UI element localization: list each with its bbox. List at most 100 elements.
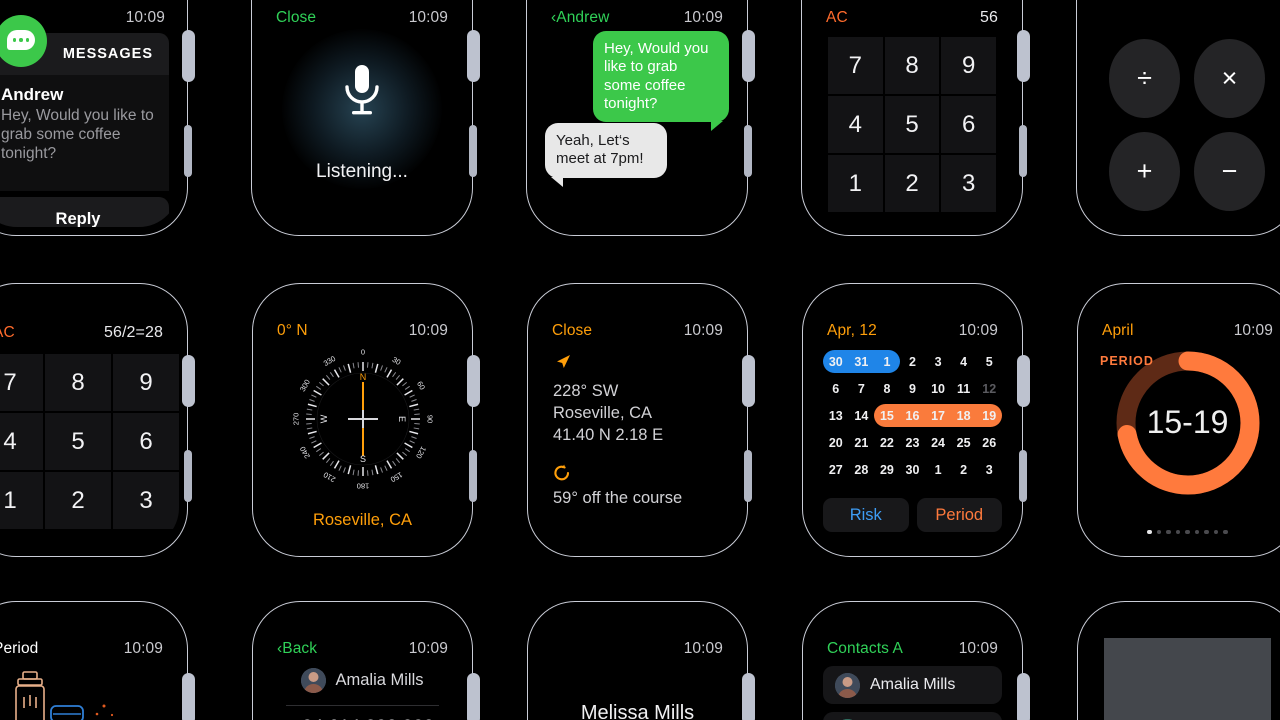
- calc-key[interactable]: 9: [941, 37, 996, 94]
- page-dot[interactable]: [1204, 529, 1209, 534]
- calendar-day[interactable]: 2: [951, 456, 977, 483]
- digital-crown[interactable]: [1017, 30, 1030, 82]
- page-dot[interactable]: [1147, 529, 1152, 534]
- calendar-day[interactable]: 25: [951, 429, 977, 456]
- digital-crown[interactable]: [1017, 673, 1030, 720]
- calendar-day[interactable]: 7: [849, 375, 875, 402]
- calc-key[interactable]: 2: [884, 155, 940, 212]
- dog-photo[interactable]: [1104, 638, 1271, 720]
- calendar-day[interactable]: 18: [951, 402, 977, 429]
- calc-key[interactable]: 9: [113, 354, 179, 411]
- calendar-day[interactable]: 31: [849, 348, 875, 375]
- digital-crown[interactable]: [1017, 355, 1030, 407]
- digital-crown[interactable]: [182, 355, 195, 407]
- calc-key[interactable]: 3: [941, 155, 996, 212]
- calc-key[interactable]: 4: [828, 96, 883, 153]
- calc-key[interactable]: 1: [0, 472, 43, 529]
- calc-key[interactable]: 5: [45, 413, 111, 470]
- calendar-day[interactable]: 6: [823, 375, 849, 402]
- plus-key[interactable]: +: [1109, 132, 1180, 211]
- calc-key[interactable]: 2: [45, 472, 111, 529]
- calc-key[interactable]: 7: [828, 37, 883, 94]
- page-dot[interactable]: [1185, 529, 1190, 534]
- digital-crown[interactable]: [467, 30, 480, 82]
- side-button[interactable]: [469, 450, 477, 502]
- minus-key[interactable]: −: [1194, 132, 1265, 211]
- calendar-day[interactable]: 27: [823, 456, 849, 483]
- calendar-day[interactable]: 3: [976, 456, 1002, 483]
- side-button[interactable]: [184, 450, 192, 502]
- calendar-day[interactable]: 13: [823, 402, 849, 429]
- calendar-day[interactable]: 22: [874, 429, 900, 456]
- calc-key[interactable]: 5: [884, 96, 940, 153]
- divide-key[interactable]: ÷: [1109, 39, 1180, 118]
- calendar-day[interactable]: 8: [874, 375, 900, 402]
- digital-crown[interactable]: [742, 673, 755, 720]
- calendar-day[interactable]: 24: [925, 429, 951, 456]
- calc-key[interactable]: 7: [0, 354, 43, 411]
- calendar-day[interactable]: 4: [951, 348, 977, 375]
- calendar-day[interactable]: 1: [925, 456, 951, 483]
- page-dot[interactable]: [1194, 529, 1200, 534]
- calendar-day[interactable]: 17: [925, 402, 951, 429]
- list-item[interactable]: Amalia Mills: [823, 666, 1002, 704]
- calendar-day[interactable]: 28: [849, 456, 875, 483]
- close-button[interactable]: Close: [552, 322, 592, 340]
- calendar-day[interactable]: 14: [849, 402, 875, 429]
- multiply-key[interactable]: ×: [1194, 39, 1265, 118]
- calendar-day[interactable]: 15: [874, 402, 900, 429]
- side-button[interactable]: [1019, 125, 1027, 177]
- calendar-day[interactable]: 30: [823, 348, 849, 375]
- list-item[interactable]: Alka Kelly: [823, 712, 1002, 720]
- compass-dial[interactable]: N E S W 0 30 60 90 120 150 180 210 240 270 300 330: [288, 344, 438, 499]
- calendar-day[interactable]: 26: [976, 429, 1002, 456]
- calc-key[interactable]: 3: [113, 472, 179, 529]
- all-clear-button[interactable]: AC: [826, 9, 848, 27]
- calendar-day[interactable]: 2: [900, 348, 926, 375]
- calendar-day[interactable]: 21: [849, 429, 875, 456]
- side-button[interactable]: [469, 125, 477, 177]
- page-dot[interactable]: [1166, 529, 1171, 534]
- side-button[interactable]: [184, 125, 192, 177]
- digital-crown[interactable]: [182, 673, 195, 720]
- calendar-day[interactable]: 9: [900, 375, 926, 402]
- calendar-day[interactable]: 19: [976, 402, 1002, 429]
- page-dot[interactable]: [1156, 529, 1162, 534]
- calc-key[interactable]: 6: [941, 96, 996, 153]
- back-to-conversations-button[interactable]: ‹Andrew: [551, 9, 609, 27]
- close-button[interactable]: Close: [276, 9, 316, 27]
- side-button[interactable]: [744, 450, 752, 502]
- back-button[interactable]: ‹Back: [277, 640, 317, 658]
- calendar-day[interactable]: 3: [925, 348, 951, 375]
- page-dot[interactable]: [1175, 529, 1181, 534]
- calc-key[interactable]: 4: [0, 413, 43, 470]
- page-dot[interactable]: [1223, 529, 1228, 534]
- calendar-day[interactable]: 1: [874, 348, 900, 375]
- page-dot[interactable]: [1213, 529, 1219, 534]
- all-clear-button[interactable]: AC: [0, 324, 15, 342]
- calendar-day[interactable]: 23: [900, 429, 926, 456]
- calendar-day[interactable]: 11: [951, 375, 977, 402]
- side-button[interactable]: [744, 125, 752, 177]
- calendar-day[interactable]: 5: [976, 348, 1002, 375]
- calc-key[interactable]: 1: [828, 155, 883, 212]
- digital-crown[interactable]: [467, 673, 480, 720]
- risk-button[interactable]: Risk: [823, 498, 909, 532]
- calendar-day[interactable]: 29: [874, 456, 900, 483]
- side-button[interactable]: [1019, 450, 1027, 502]
- calc-key[interactable]: 8: [45, 354, 111, 411]
- calc-key[interactable]: 8: [884, 37, 940, 94]
- calc-key[interactable]: 6: [113, 413, 179, 470]
- period-button[interactable]: Period: [916, 498, 1002, 532]
- digital-crown[interactable]: [742, 355, 755, 407]
- calendar-day[interactable]: 20: [823, 429, 849, 456]
- calendar-day[interactable]: 30: [900, 456, 926, 483]
- digital-crown[interactable]: [182, 30, 195, 82]
- calendar-grid[interactable]: 30 31 1 2 3 4 5 6 7 8 9 10 11 12 13 14 15 16 17 18 19 20 21 22 2…: [823, 348, 1002, 483]
- calendar-day[interactable]: 10: [925, 375, 951, 402]
- page-indicator[interactable]: [1086, 529, 1280, 534]
- digital-crown[interactable]: [742, 30, 755, 82]
- notification-card[interactable]: Andrew Hey, Would you like to grab some …: [0, 75, 169, 191]
- digital-crown[interactable]: [467, 355, 480, 407]
- calendar-day[interactable]: 12: [976, 375, 1002, 402]
